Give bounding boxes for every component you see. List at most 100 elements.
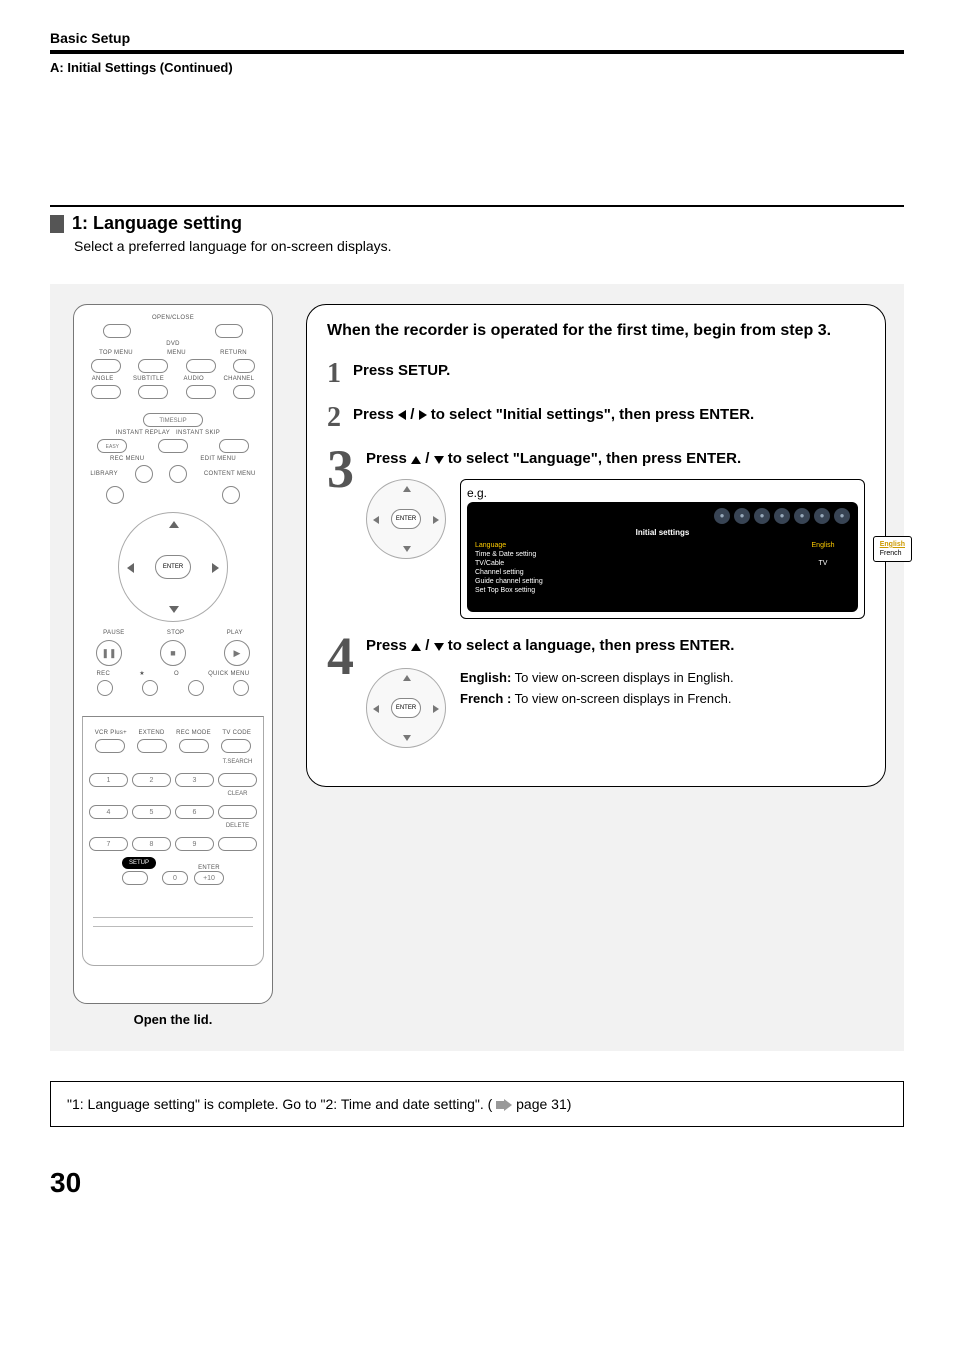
lbl-audio: AUDIO [184, 376, 205, 382]
instruction-panel: When the recorder is operated for the fi… [306, 304, 886, 787]
osd-row-value [796, 587, 850, 594]
remote-caption: Open the lid. [68, 1012, 278, 1027]
step-1: 1 Press SETUP. [327, 360, 865, 388]
osd-row: LanguageEnglish [475, 541, 850, 550]
subtitle-button[interactable] [138, 385, 168, 399]
osd-row: Time & Date setting [475, 550, 850, 559]
rec-mode-button[interactable] [179, 739, 209, 753]
star-button[interactable] [142, 680, 158, 696]
osd-title: Initial settings [475, 528, 850, 537]
dpad-down-icon [403, 546, 411, 552]
stop-button[interactable]: ■ [160, 640, 186, 666]
osd-row: Channel setting [475, 568, 850, 577]
lang-desc: To view on-screen displays in English. [511, 670, 733, 685]
edit-menu-button[interactable] [169, 465, 187, 483]
section-title: 1: Language setting [72, 213, 242, 234]
instant-skip-button[interactable] [219, 439, 249, 453]
power-button[interactable] [215, 324, 243, 338]
num-6[interactable]: 6 [175, 805, 214, 819]
num-8[interactable]: 8 [132, 837, 171, 851]
footer-note: "1: Language setting" is complete. Go to… [50, 1081, 904, 1127]
rec-menu-button[interactable] [135, 465, 153, 483]
lbl-clear: CLEAR [218, 791, 257, 801]
num-4[interactable]: 4 [89, 805, 128, 819]
text: to select "Language", then press ENTER. [448, 450, 741, 467]
lid-door-lines [93, 917, 253, 947]
text: to select a language, then press ENTER. [448, 637, 735, 654]
setup-button[interactable] [122, 871, 148, 885]
angle-button[interactable] [91, 385, 121, 399]
channel-down-button[interactable] [233, 385, 255, 399]
dpad-down-icon [169, 606, 179, 613]
rec-button[interactable] [97, 680, 113, 696]
osd-icon: ● [834, 508, 850, 524]
step-number: 2 [327, 404, 341, 432]
lbl-subtitle: SUBTITLE [133, 376, 164, 382]
text: Press [366, 450, 411, 467]
lbl-menu: MENU [167, 350, 186, 356]
osd-row-value [796, 578, 850, 585]
audio-button[interactable] [186, 385, 216, 399]
lbl-rec-mode: REC MODE [176, 730, 211, 736]
lang-name: English: [460, 670, 511, 685]
step-1-title: Press SETUP. [353, 360, 865, 381]
num-9[interactable]: 9 [175, 837, 214, 851]
quick-menu-button[interactable] [233, 680, 249, 696]
content-menu-button[interactable] [222, 486, 240, 504]
enter-button[interactable]: ENTER [155, 555, 191, 579]
menu-button[interactable] [138, 359, 168, 373]
timeslip-button[interactable]: TIMESLIP [143, 413, 203, 427]
dpad-up-icon [403, 486, 411, 492]
channel-up-button[interactable] [233, 359, 255, 373]
lbl-return: RETURN [220, 350, 247, 356]
remote-control: OPEN/CLOSE DVD TOP MENU MENU RETURN [73, 304, 273, 1004]
lbl-play: PLAY [227, 630, 243, 636]
num-1[interactable]: 1 [89, 773, 128, 787]
pause-button[interactable]: ❚❚ [96, 640, 122, 666]
delete-button[interactable] [218, 837, 257, 851]
play-button[interactable]: ▶ [224, 640, 250, 666]
extend-button[interactable] [137, 739, 167, 753]
remote-column: OPEN/CLOSE DVD TOP MENU MENU RETURN [68, 304, 278, 1027]
num-0[interactable]: 0 [162, 871, 188, 885]
osd-row-label: Set Top Box setting [475, 587, 535, 594]
lbl-instant-skip: INSTANT SKIP [176, 430, 264, 436]
running-head: Basic Setup [50, 30, 904, 46]
easy-navi-button[interactable]: EASY [97, 439, 127, 453]
lbl-open-close: OPEN/CLOSE [82, 315, 264, 321]
library-button[interactable] [106, 486, 124, 504]
osd-row: Set Top Box setting [475, 586, 850, 595]
vcr-plus-button[interactable] [95, 739, 125, 753]
num-3[interactable]: 3 [175, 773, 214, 787]
osd-row: TV/CableTV [475, 559, 850, 568]
text: Press [353, 406, 398, 423]
osd-row-value [796, 551, 850, 558]
lbl-edit-menu: EDIT MENU [200, 456, 236, 462]
down-icon [434, 456, 444, 464]
dpad-right-icon [433, 705, 439, 713]
tsearch-button[interactable] [218, 773, 257, 787]
osd-row-label: TV/Cable [475, 560, 504, 567]
dpad[interactable]: ENTER [118, 512, 228, 622]
tv-code-button[interactable] [221, 739, 251, 753]
lbl-vcr-plus: VCR Plus+ [95, 730, 127, 736]
instant-replay-button[interactable] [158, 439, 188, 453]
clear-button[interactable] [218, 805, 257, 819]
step-number: 4 [327, 629, 354, 683]
num-7[interactable]: 7 [89, 837, 128, 851]
num-plus10[interactable]: +10 [194, 871, 224, 885]
osd-row-label: Guide channel setting [475, 578, 543, 585]
open-close-button[interactable] [103, 324, 131, 338]
footer-text: "1: Language setting" is complete. Go to… [67, 1096, 492, 1112]
dpad-left-icon [373, 516, 379, 524]
return-button[interactable] [186, 359, 216, 373]
lbl-extend: EXTEND [138, 730, 164, 736]
o-button[interactable] [188, 680, 204, 696]
lbl-enter-lid: ENTER [194, 865, 224, 871]
footer-page-ref: page 31) [516, 1096, 571, 1112]
osd-row-label: Time & Date setting [475, 551, 536, 558]
remote-lid: VCR Plus+ EXTEND REC MODE TV CODE [82, 716, 264, 966]
top-menu-button[interactable] [91, 359, 121, 373]
num-5[interactable]: 5 [132, 805, 171, 819]
num-2[interactable]: 2 [132, 773, 171, 787]
